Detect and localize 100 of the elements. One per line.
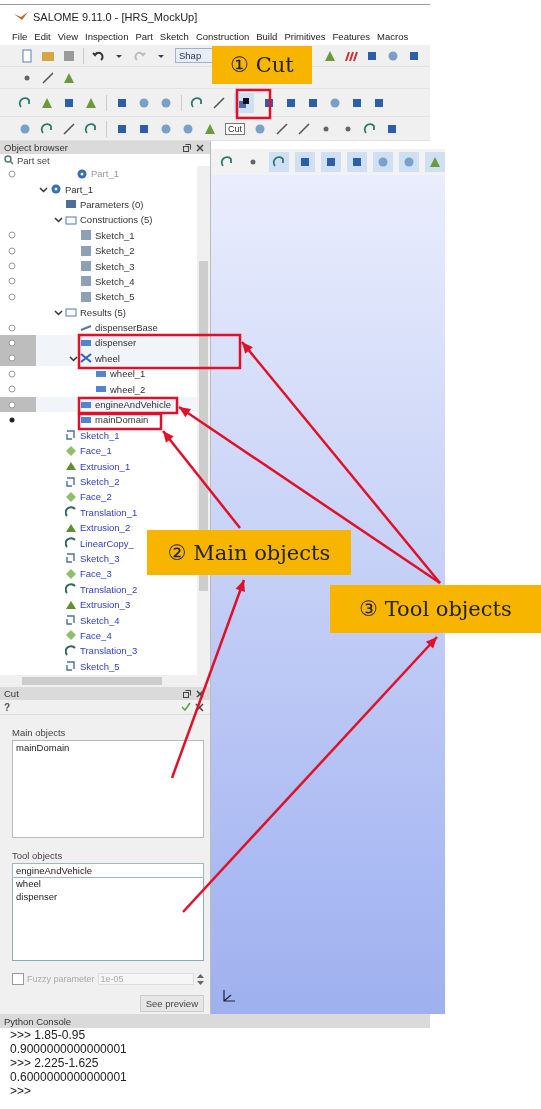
folder-icon <box>65 306 77 319</box>
field-label: Main objects <box>12 727 67 738</box>
close-icon[interactable] <box>196 689 204 698</box>
close-icon[interactable] <box>195 702 204 712</box>
grid-icon <box>80 244 92 257</box>
tree-item[interactable]: Sketch_1 <box>95 229 135 241</box>
tree-item[interactable]: wheel <box>95 352 120 364</box>
square-icon[interactable] <box>298 155 312 169</box>
tree-item[interactable]: Face_3 <box>80 568 112 580</box>
tree-item[interactable]: Sketch_2 <box>95 245 135 257</box>
tool-objects-list[interactable]: engineAndVehicle wheel dispenser <box>12 863 204 961</box>
square-icon[interactable] <box>324 155 338 169</box>
gear-icon <box>76 167 88 180</box>
close-icon[interactable] <box>196 143 204 152</box>
list-item[interactable]: engineAndVehicle <box>13 864 203 877</box>
tree-item[interactable]: dispenserBase <box>95 322 158 334</box>
tree-item[interactable]: Sketch_3 <box>95 260 135 272</box>
spinner-arrows-icon[interactable] <box>197 973 204 985</box>
line-icon[interactable] <box>41 70 55 85</box>
grid-icon <box>80 275 92 288</box>
tree-item[interactable]: dispenser <box>95 337 137 349</box>
callout-label: ① Cut <box>212 46 312 84</box>
highlight-frame <box>235 88 272 120</box>
chevron-icon[interactable] <box>53 215 63 225</box>
grid-icon <box>80 260 92 273</box>
tree-item[interactable]: Extrusion_3 <box>80 599 131 611</box>
tree-item[interactable]: Translation_3 <box>80 645 138 657</box>
float-icon[interactable] <box>183 689 191 698</box>
pyramid-icon <box>65 460 77 473</box>
menu-item[interactable]: Construction <box>195 31 250 42</box>
line-icon[interactable] <box>275 121 289 136</box>
tree-item[interactable]: Sketch_4 <box>80 614 120 626</box>
callout-label: ③ Tool objects <box>330 585 541 633</box>
preview-button[interactable]: See preview <box>139 995 204 1012</box>
main-objects-list[interactable]: mainDomain <box>12 740 204 838</box>
menu-item[interactable]: File <box>12 31 28 42</box>
magnifier-icon <box>4 155 14 165</box>
sketch-icon <box>65 475 77 488</box>
line-icon[interactable] <box>212 95 226 110</box>
panel-title: Object browser <box>4 142 68 153</box>
tree-item[interactable]: Results (5) <box>80 306 126 318</box>
menu-item[interactable]: Edit <box>34 31 51 42</box>
tree-item[interactable]: Translation_2 <box>80 583 138 595</box>
tree-item[interactable]: Sketch_4 <box>95 275 135 287</box>
tree-item[interactable]: LinearCopy_ <box>80 537 134 549</box>
chevron-icon[interactable] <box>68 353 78 363</box>
tree-item[interactable]: Sketch_3 <box>80 552 120 564</box>
folder-icon <box>65 213 77 226</box>
tree-item[interactable]: wheel_1 <box>110 368 146 380</box>
gear-icon <box>50 183 62 196</box>
callout-label: ② Main objects <box>147 530 351 575</box>
tree-item[interactable]: Constructions (5) <box>80 214 153 226</box>
tree-item[interactable]: Translation_1 <box>80 506 138 518</box>
tree-item[interactable]: wheel_2 <box>110 383 146 395</box>
tree-item[interactable]: Parameters (0) <box>80 198 144 210</box>
menu-item[interactable]: Features <box>332 31 371 42</box>
console-line: 0.6000000000000001 <box>10 1070 128 1084</box>
tree-item[interactable]: Sketch_2 <box>80 476 120 487</box>
console-line: >>> 1.85-0.95 <box>10 1028 87 1042</box>
help-button[interactable]: ? <box>4 701 11 713</box>
diamond-icon <box>65 629 77 642</box>
tree-item[interactable]: Face_1 <box>80 445 112 457</box>
list-item[interactable]: mainDomain <box>13 741 203 754</box>
menu-item[interactable]: Build <box>256 31 278 42</box>
menu-item[interactable]: Part <box>135 31 153 42</box>
float-icon[interactable] <box>183 143 191 152</box>
chevron-icon[interactable] <box>53 307 63 317</box>
list-item[interactable]: wheel <box>13 877 203 890</box>
menu-item[interactable]: Sketch <box>159 31 189 42</box>
menu-item[interactable]: Macros <box>377 31 409 42</box>
console-line: >>> 2.225-1.625 <box>10 1056 100 1070</box>
shape-combo[interactable]: Shap <box>175 48 213 63</box>
scrollbar[interactable] <box>0 675 210 687</box>
axes-icon <box>221 988 237 1004</box>
diamond-icon <box>65 444 77 457</box>
menu-item[interactable]: Inspection <box>85 31 129 42</box>
tree-item[interactable]: Face_2 <box>80 491 112 503</box>
visibility-icon[interactable] <box>8 415 16 424</box>
tree-item[interactable]: Sketch_5 <box>95 291 135 303</box>
tree-item[interactable]: Face_4 <box>80 629 112 641</box>
triangle-icon[interactable] <box>428 155 442 169</box>
grid-icon <box>80 229 92 242</box>
tree-item[interactable]: Sketch_1 <box>80 429 120 441</box>
checkbox[interactable] <box>12 973 24 985</box>
tree-item[interactable]: Extrusion_1 <box>80 460 131 472</box>
checkmark-icon[interactable] <box>181 702 191 712</box>
chevron-icon[interactable] <box>38 184 48 194</box>
tree-item[interactable]: mainDomain <box>95 414 149 426</box>
line-icon[interactable] <box>62 121 76 136</box>
tree-item[interactable]: Sketch_5 <box>80 660 120 672</box>
menu-item[interactable]: View <box>57 31 79 42</box>
table-icon <box>65 198 77 211</box>
list-item[interactable]: dispenser <box>13 890 203 903</box>
square-icon[interactable] <box>350 155 364 169</box>
panel-title: Python Console <box>4 1015 72 1027</box>
menu-item[interactable]: Primitives <box>284 31 326 42</box>
line-icon[interactable] <box>297 121 311 136</box>
tree-item[interactable]: Extrusion_2 <box>80 522 131 534</box>
tree-item[interactable]: Part_1 <box>65 183 93 195</box>
diamond-icon <box>65 567 77 580</box>
